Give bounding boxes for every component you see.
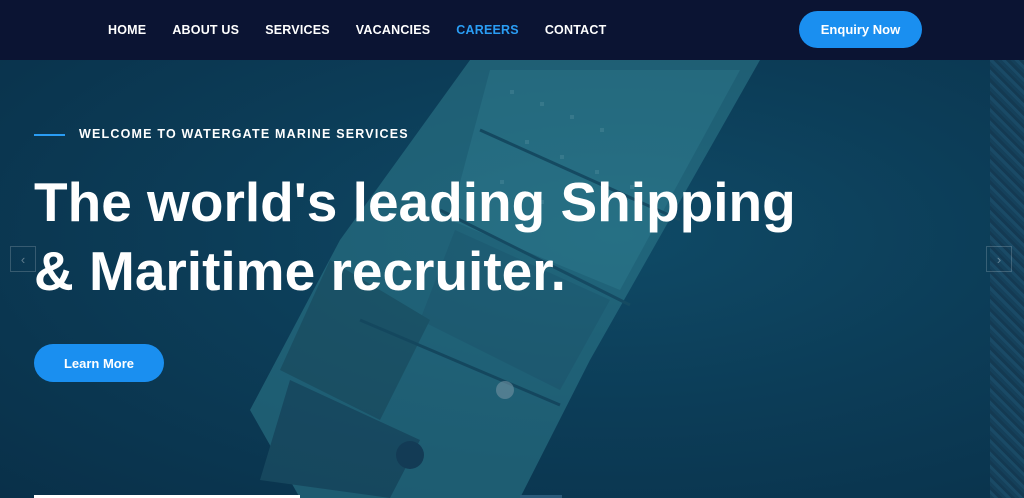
coastline-texture xyxy=(990,60,1024,498)
nav-services[interactable]: SERVICES xyxy=(265,23,330,37)
slider-next-arrow-icon[interactable]: › xyxy=(986,246,1012,272)
nav-contact[interactable]: CONTACT xyxy=(545,23,607,37)
hero-headline: The world's leading Shipping & Maritime … xyxy=(34,168,854,306)
enquiry-now-button[interactable]: Enquiry Now xyxy=(799,11,922,48)
hero-eyebrow: WELCOME TO WATERGATE MARINE SERVICES xyxy=(79,127,409,141)
main-nav: HOME ABOUT US SERVICES VACANCIES CAREERS… xyxy=(108,0,632,60)
nav-about-us[interactable]: ABOUT US xyxy=(172,23,239,37)
slider-prev-arrow-icon[interactable]: ‹ xyxy=(10,246,36,272)
nav-careers[interactable]: CAREERS xyxy=(456,23,519,37)
nav-vacancies[interactable]: VACANCIES xyxy=(356,23,431,37)
headline-line-2: & Maritime recruiter. xyxy=(34,240,566,302)
eyebrow-divider xyxy=(34,134,65,136)
top-navbar: HOME ABOUT US SERVICES VACANCIES CAREERS… xyxy=(0,0,1024,60)
learn-more-button[interactable]: Learn More xyxy=(34,344,164,382)
headline-line-1: The world's leading Shipping xyxy=(34,171,796,233)
hero-section: ‹ › WELCOME TO WATERGATE MARINE SERVICES… xyxy=(0,60,1024,498)
nav-home[interactable]: HOME xyxy=(108,23,146,37)
